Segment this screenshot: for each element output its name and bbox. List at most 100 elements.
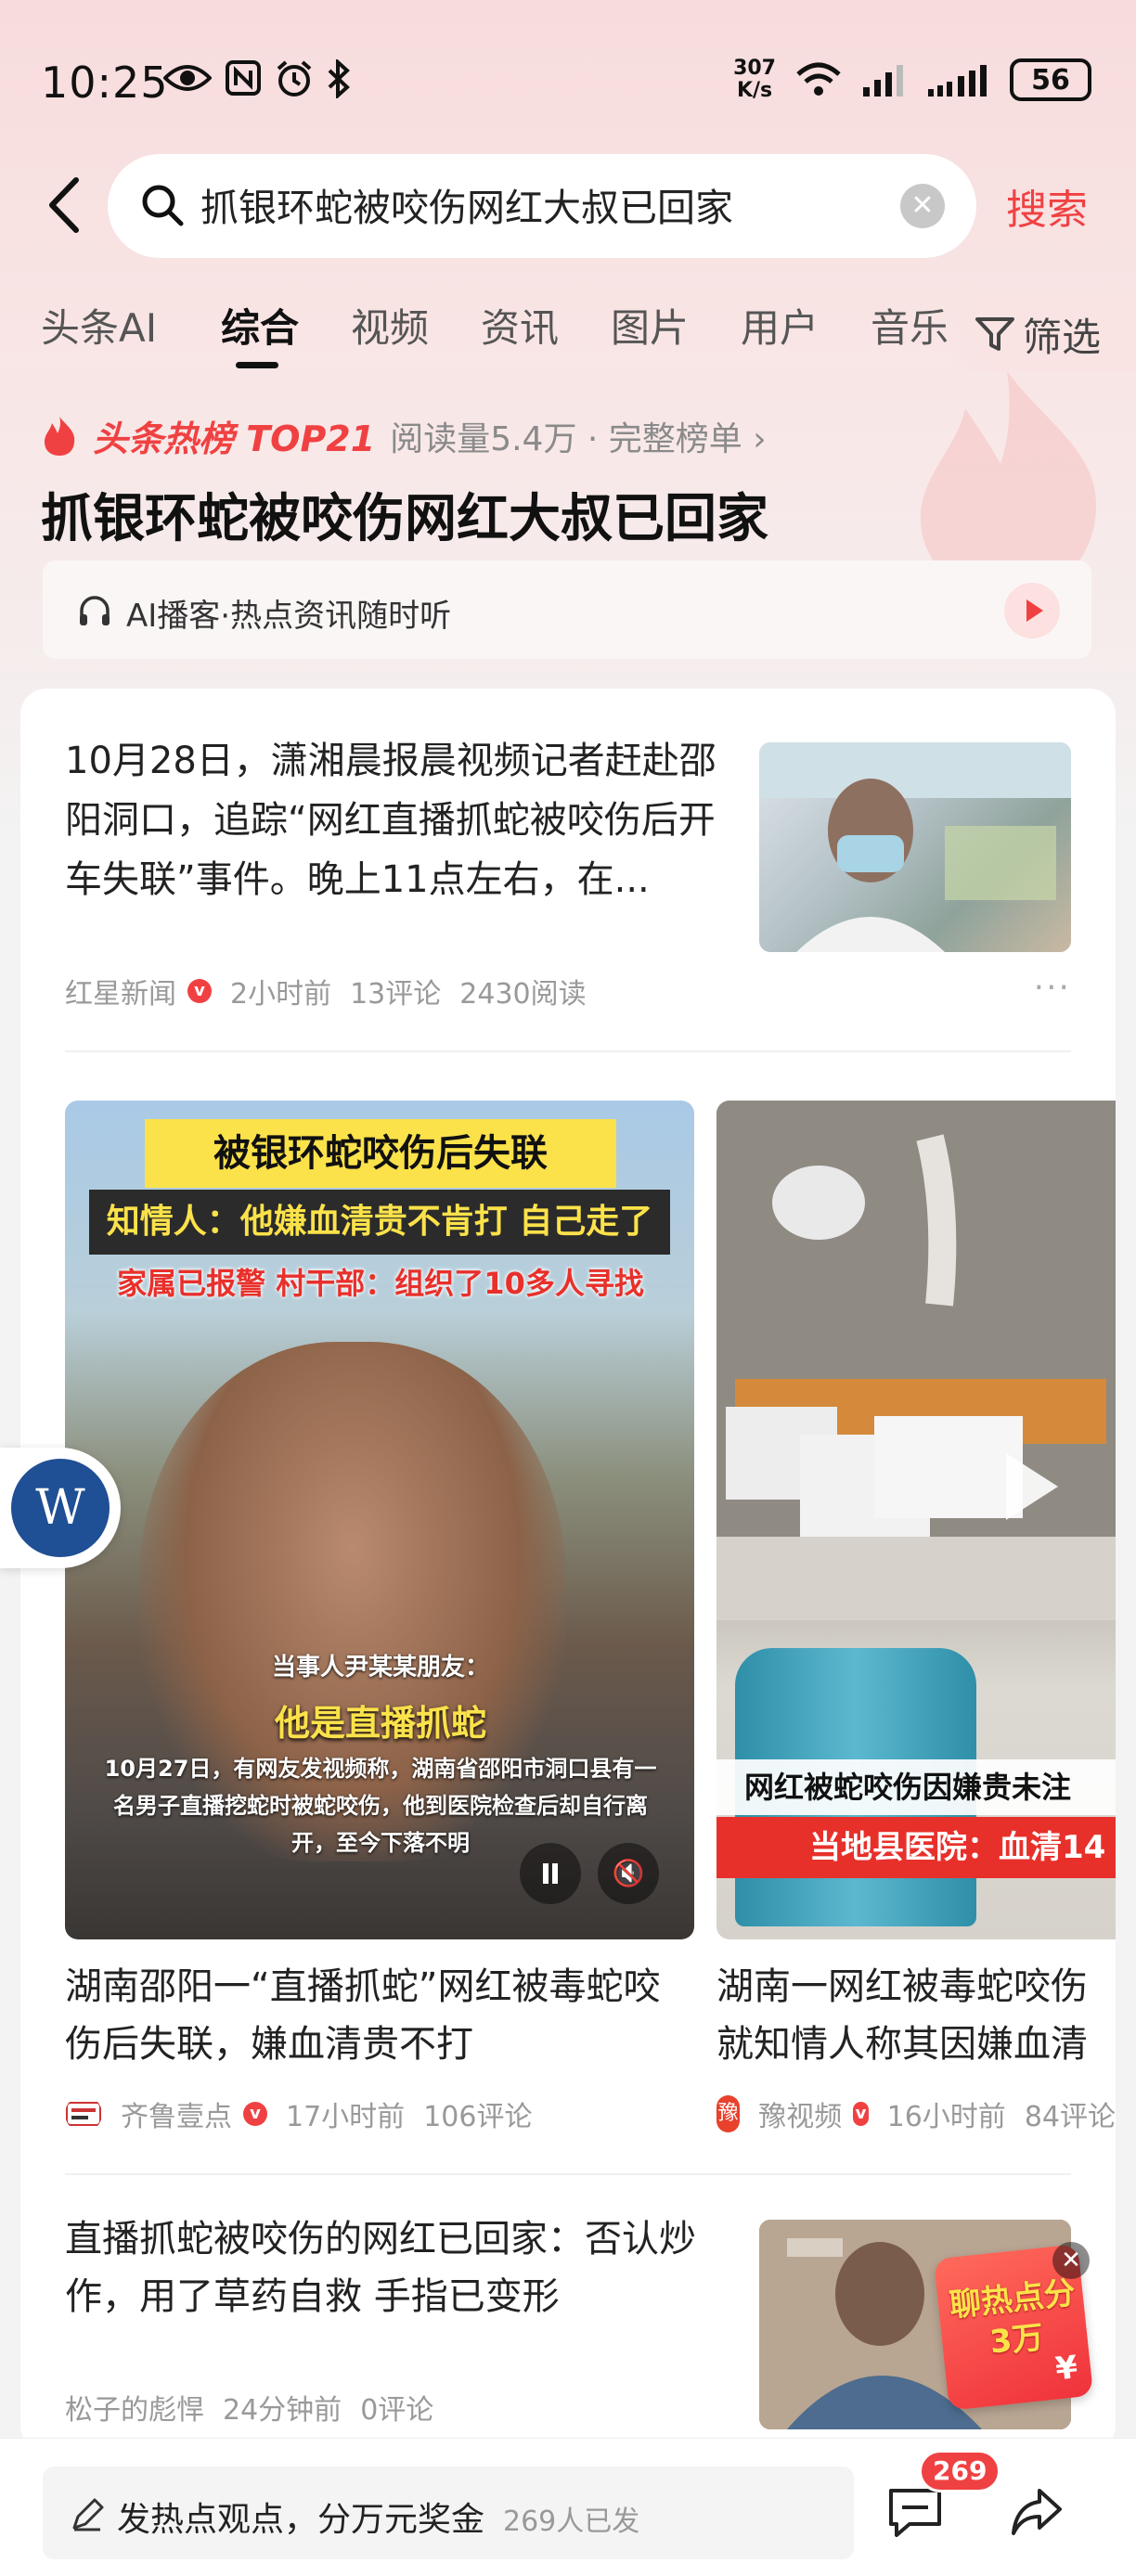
tab-images[interactable]: 图片 (611, 297, 689, 354)
search-icon (142, 185, 184, 226)
divider (65, 1050, 1071, 1052)
mute-icon[interactable]: 🔇 (598, 1843, 659, 1904)
search-query[interactable]: 抓银环蛇被咬伤网红大叔已回家 (200, 176, 733, 232)
video-1-source[interactable]: 齐鲁壹点 (121, 2093, 232, 2134)
video-1-banner-yellow: 被银环蛇咬伤后失联 (145, 1119, 616, 1188)
bottom-bar: 发热点观点，分万元奖金 269人已发 269 (0, 2439, 1136, 2576)
video-2-title[interactable]: 湖南一网红被毒蛇咬伤就知情人称其因嫌血清贵 (716, 1958, 1116, 2073)
comment-count-badge: 269 (919, 2450, 1001, 2492)
video-2-source[interactable]: 豫视频 (758, 2093, 842, 2134)
eye-icon (163, 65, 212, 91)
ai-podcast-bar[interactable]: AI播客·热点资讯随时听 (43, 560, 1091, 659)
nfc-icon (226, 60, 261, 96)
pen-icon (72, 2498, 104, 2531)
video-1-friend-label: 当事人尹某某朋友： (271, 1654, 489, 1681)
back-icon[interactable] (41, 173, 87, 238)
close-icon[interactable]: ✕ (1052, 2242, 1090, 2279)
video-1-meta: 齐鲁壹点 v 17小时前 106评论 (65, 2093, 532, 2134)
floating-w-button[interactable]: W (0, 1448, 121, 1568)
more-options-icon[interactable]: ··· (1034, 969, 1071, 1007)
play-icon[interactable] (1006, 1453, 1058, 1520)
tab-news[interactable]: 资讯 (481, 297, 559, 354)
video-1-time: 17小时前 (286, 2101, 406, 2133)
status-time: 10:25 (41, 58, 169, 108)
net-speed-value: 307 (733, 57, 776, 80)
post-count: 269人已发 (503, 2505, 640, 2538)
comment-icon[interactable] (885, 2485, 945, 2539)
article-3-meta: 松子的彪悍 24分钟前 0评论 (65, 2387, 433, 2428)
video-1-comments: 106评论 (423, 2101, 533, 2133)
yu-video-logo-icon: 豫 (716, 2095, 741, 2132)
w-logo-icon: W (11, 1459, 110, 1557)
verified-badge-2: v (243, 2102, 267, 2126)
share-icon[interactable] (1010, 2487, 1064, 2537)
wifi-icon (796, 62, 841, 96)
tab-users[interactable]: 用户 (741, 297, 819, 354)
tab-video[interactable]: 视频 (351, 297, 429, 354)
video-1-thumbnail[interactable]: 被银环蛇咬伤后失联 知情人：他嫌血清贵不肯打 自己走了 家属已报警 村干部：组织… (65, 1101, 694, 1939)
filter-button[interactable]: 筛选 (950, 297, 1136, 371)
pause-icon[interactable] (520, 1843, 581, 1904)
post-opinion-label: 发热点观点，分万元奖金 (117, 2501, 485, 2539)
divider-2 (65, 2173, 1071, 2175)
video-2-band-2: 当地县医院：血清14 (716, 1817, 1116, 1878)
filter-label: 筛选 (1023, 314, 1102, 360)
article-3-comments: 0评论 (360, 2394, 434, 2427)
video-2-thumbnail[interactable]: 网红被蛇咬伤因嫌贵未注 当地县医院：血清14 (716, 1101, 1116, 1939)
article-1-source[interactable]: 红星新闻 (65, 971, 176, 1011)
fire-icon (45, 416, 75, 456)
video-1-title[interactable]: 湖南邵阳一“直播抓蛇”网红被毒蛇咬伤后失联，嫌血清贵不打 (65, 1958, 696, 2073)
post-opinion-input[interactable]: 发热点观点，分万元奖金 269人已发 (43, 2467, 854, 2559)
tab-music[interactable]: 音乐 (871, 297, 949, 354)
video-1-banner-dark: 知情人：他嫌血清贵不肯打 自己走了 (89, 1190, 670, 1255)
signal-icon (863, 65, 903, 97)
video-2-band-1: 网红被蛇咬伤因嫌贵未注 (716, 1759, 1116, 1815)
video-1-caption: 10月27日，有网友发视频称，湖南省邵阳市洞口县有一名男子直播挖蛇时被蛇咬伤，他… (104, 1756, 657, 1856)
article-1-text[interactable]: 10月28日，潇湘晨报晨视频记者赶赴邵阳洞口，追踪“网红直播抓蛇被咬伤后开车失联… (65, 731, 752, 909)
article-1-thumbnail[interactable] (759, 742, 1071, 952)
article-1-comments: 13评论 (350, 978, 442, 1011)
market-scene-photo (716, 1101, 1116, 1620)
hot-list-badge: 头条热榜 TOP21 (93, 419, 376, 459)
verified-badge-3: v (853, 2102, 869, 2126)
article-1-reads: 2430阅读 (459, 978, 587, 1011)
headphone-icon (80, 596, 110, 625)
qilu-logo-icon (66, 2102, 101, 2126)
video-1-banner-red: 家属已报警 村干部：组织了10多人寻找 (117, 1266, 644, 1301)
article-1-time: 2小时前 (230, 978, 332, 1011)
video-2-time: 16小时前 (886, 2101, 1006, 2133)
promo-badge[interactable]: 聊热点分3万 ¥ ✕ (933, 2242, 1094, 2411)
verified-badge: v (187, 979, 212, 1003)
hot-list-meta[interactable]: 阅读量5.4万 · 完整榜单 › (390, 412, 766, 460)
video-2-meta: 豫 豫视频 v 16小时前 84评论 (716, 2093, 1116, 2134)
article-3-source[interactable]: 松子的彪悍 (65, 2387, 204, 2428)
video-2-comments: 84评论 (1024, 2101, 1116, 2133)
hot-list-row[interactable]: 头条热榜 TOP21 阅读量5.4万 · 完整榜单 › (41, 410, 767, 461)
tab-toutiao-ai[interactable]: 头条AI (41, 297, 157, 354)
tab-general[interactable]: 综合 (221, 297, 299, 354)
search-input[interactable]: 抓银环蛇被咬伤网红大叔已回家 ✕ (108, 154, 976, 258)
results-card: 10月28日，潇湘晨报晨视频记者赶赴邵阳洞口，追踪“网红直播抓蛇被咬伤后开车失联… (20, 689, 1116, 2452)
bluetooth-icon (328, 59, 350, 98)
net-speed: 307 K/s (733, 58, 776, 102)
yen-icon: ¥ (1053, 2349, 1079, 2389)
alarm-icon (277, 60, 312, 97)
article-3-time: 24分钟前 (223, 2394, 342, 2427)
podcast-label: AI播客·热点资讯随时听 (126, 598, 452, 635)
topic-title: 抓银环蛇被咬伤网红大叔已回家 (41, 489, 768, 549)
active-tab-indicator (236, 362, 278, 368)
status-right: 307 K/s 56 (733, 58, 1091, 102)
net-speed-unit: K/s (736, 79, 773, 102)
status-bar: 10:25 307 K/s 56 (0, 0, 1136, 158)
article-1-meta: 红星新闻 v 2小时前 13评论 2430阅读 (65, 971, 587, 1011)
video-1-friend-quote: 他是直播抓蛇 (274, 1703, 486, 1744)
podcast-play-button[interactable] (1004, 583, 1060, 638)
person-photo-icon (759, 742, 1071, 952)
article-3-text[interactable]: 直播抓蛇被咬伤的网红已回家：否认炒作，用了草药自救 手指已变形 (65, 2210, 752, 2325)
clear-icon[interactable]: ✕ (900, 184, 945, 228)
search-button[interactable]: 搜索 (1006, 176, 1088, 236)
battery-indicator: 56 (1010, 58, 1091, 101)
filter-icon (975, 317, 1014, 351)
signal-icon-2 (928, 65, 987, 97)
status-icons (163, 59, 351, 98)
